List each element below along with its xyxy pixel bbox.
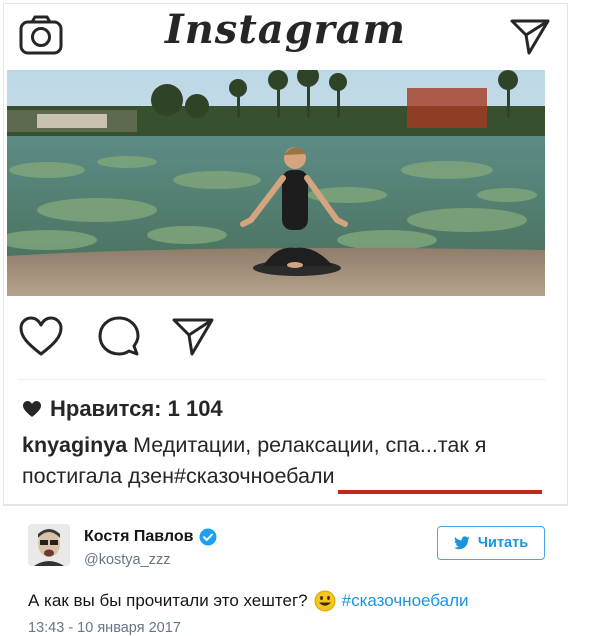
author-name-text: Костя Павлов: [84, 528, 194, 545]
caption-username[interactable]: knyaginya: [22, 433, 127, 457]
tweet-timestamp[interactable]: 13:43 - 10 января 2017: [28, 620, 181, 636]
tweet-text-body: А как вы бы прочитали это хештег?: [28, 591, 308, 610]
card-border-bottom: [3, 505, 568, 506]
tweet-hashtag[interactable]: #сказочноебали: [342, 591, 469, 611]
likes-count[interactable]: Нравится: 1 104: [22, 396, 223, 422]
hashtag-underline: [338, 490, 542, 494]
verified-badge-icon: [199, 528, 217, 546]
avatar[interactable]: [28, 524, 70, 566]
share-icon[interactable]: [170, 314, 216, 360]
twitter-bird-icon: [453, 536, 470, 550]
instagram-logo: Instagram: [165, 6, 406, 53]
smiley-icon: [314, 590, 336, 612]
comment-icon[interactable]: [96, 314, 142, 360]
post-caption: knyaginya Медитации, релаксации, спа...т…: [22, 430, 552, 492]
caption-hashtag[interactable]: #сказочноебали: [174, 464, 334, 488]
tweet: Костя Павлов @kostya_zzz Читать А как вы…: [12, 512, 572, 636]
post-actions: [4, 314, 567, 366]
paper-plane-icon[interactable]: [509, 16, 551, 56]
likes-text: Нравится: 1 104: [50, 396, 223, 421]
tweet-text: А как вы бы прочитали это хештег? #сказо…: [28, 590, 469, 612]
follow-label: Читать: [477, 535, 529, 551]
follow-button[interactable]: Читать: [437, 526, 545, 560]
heart-filled-icon: [23, 401, 41, 417]
divider: [18, 379, 546, 380]
post-photo: [7, 70, 545, 296]
tweet-author-name[interactable]: Костя Павлов: [84, 528, 217, 546]
tweet-author-handle[interactable]: @kostya_zzz: [84, 552, 170, 568]
instagram-header: Instagram: [4, 4, 567, 68]
heart-icon[interactable]: [18, 314, 64, 360]
